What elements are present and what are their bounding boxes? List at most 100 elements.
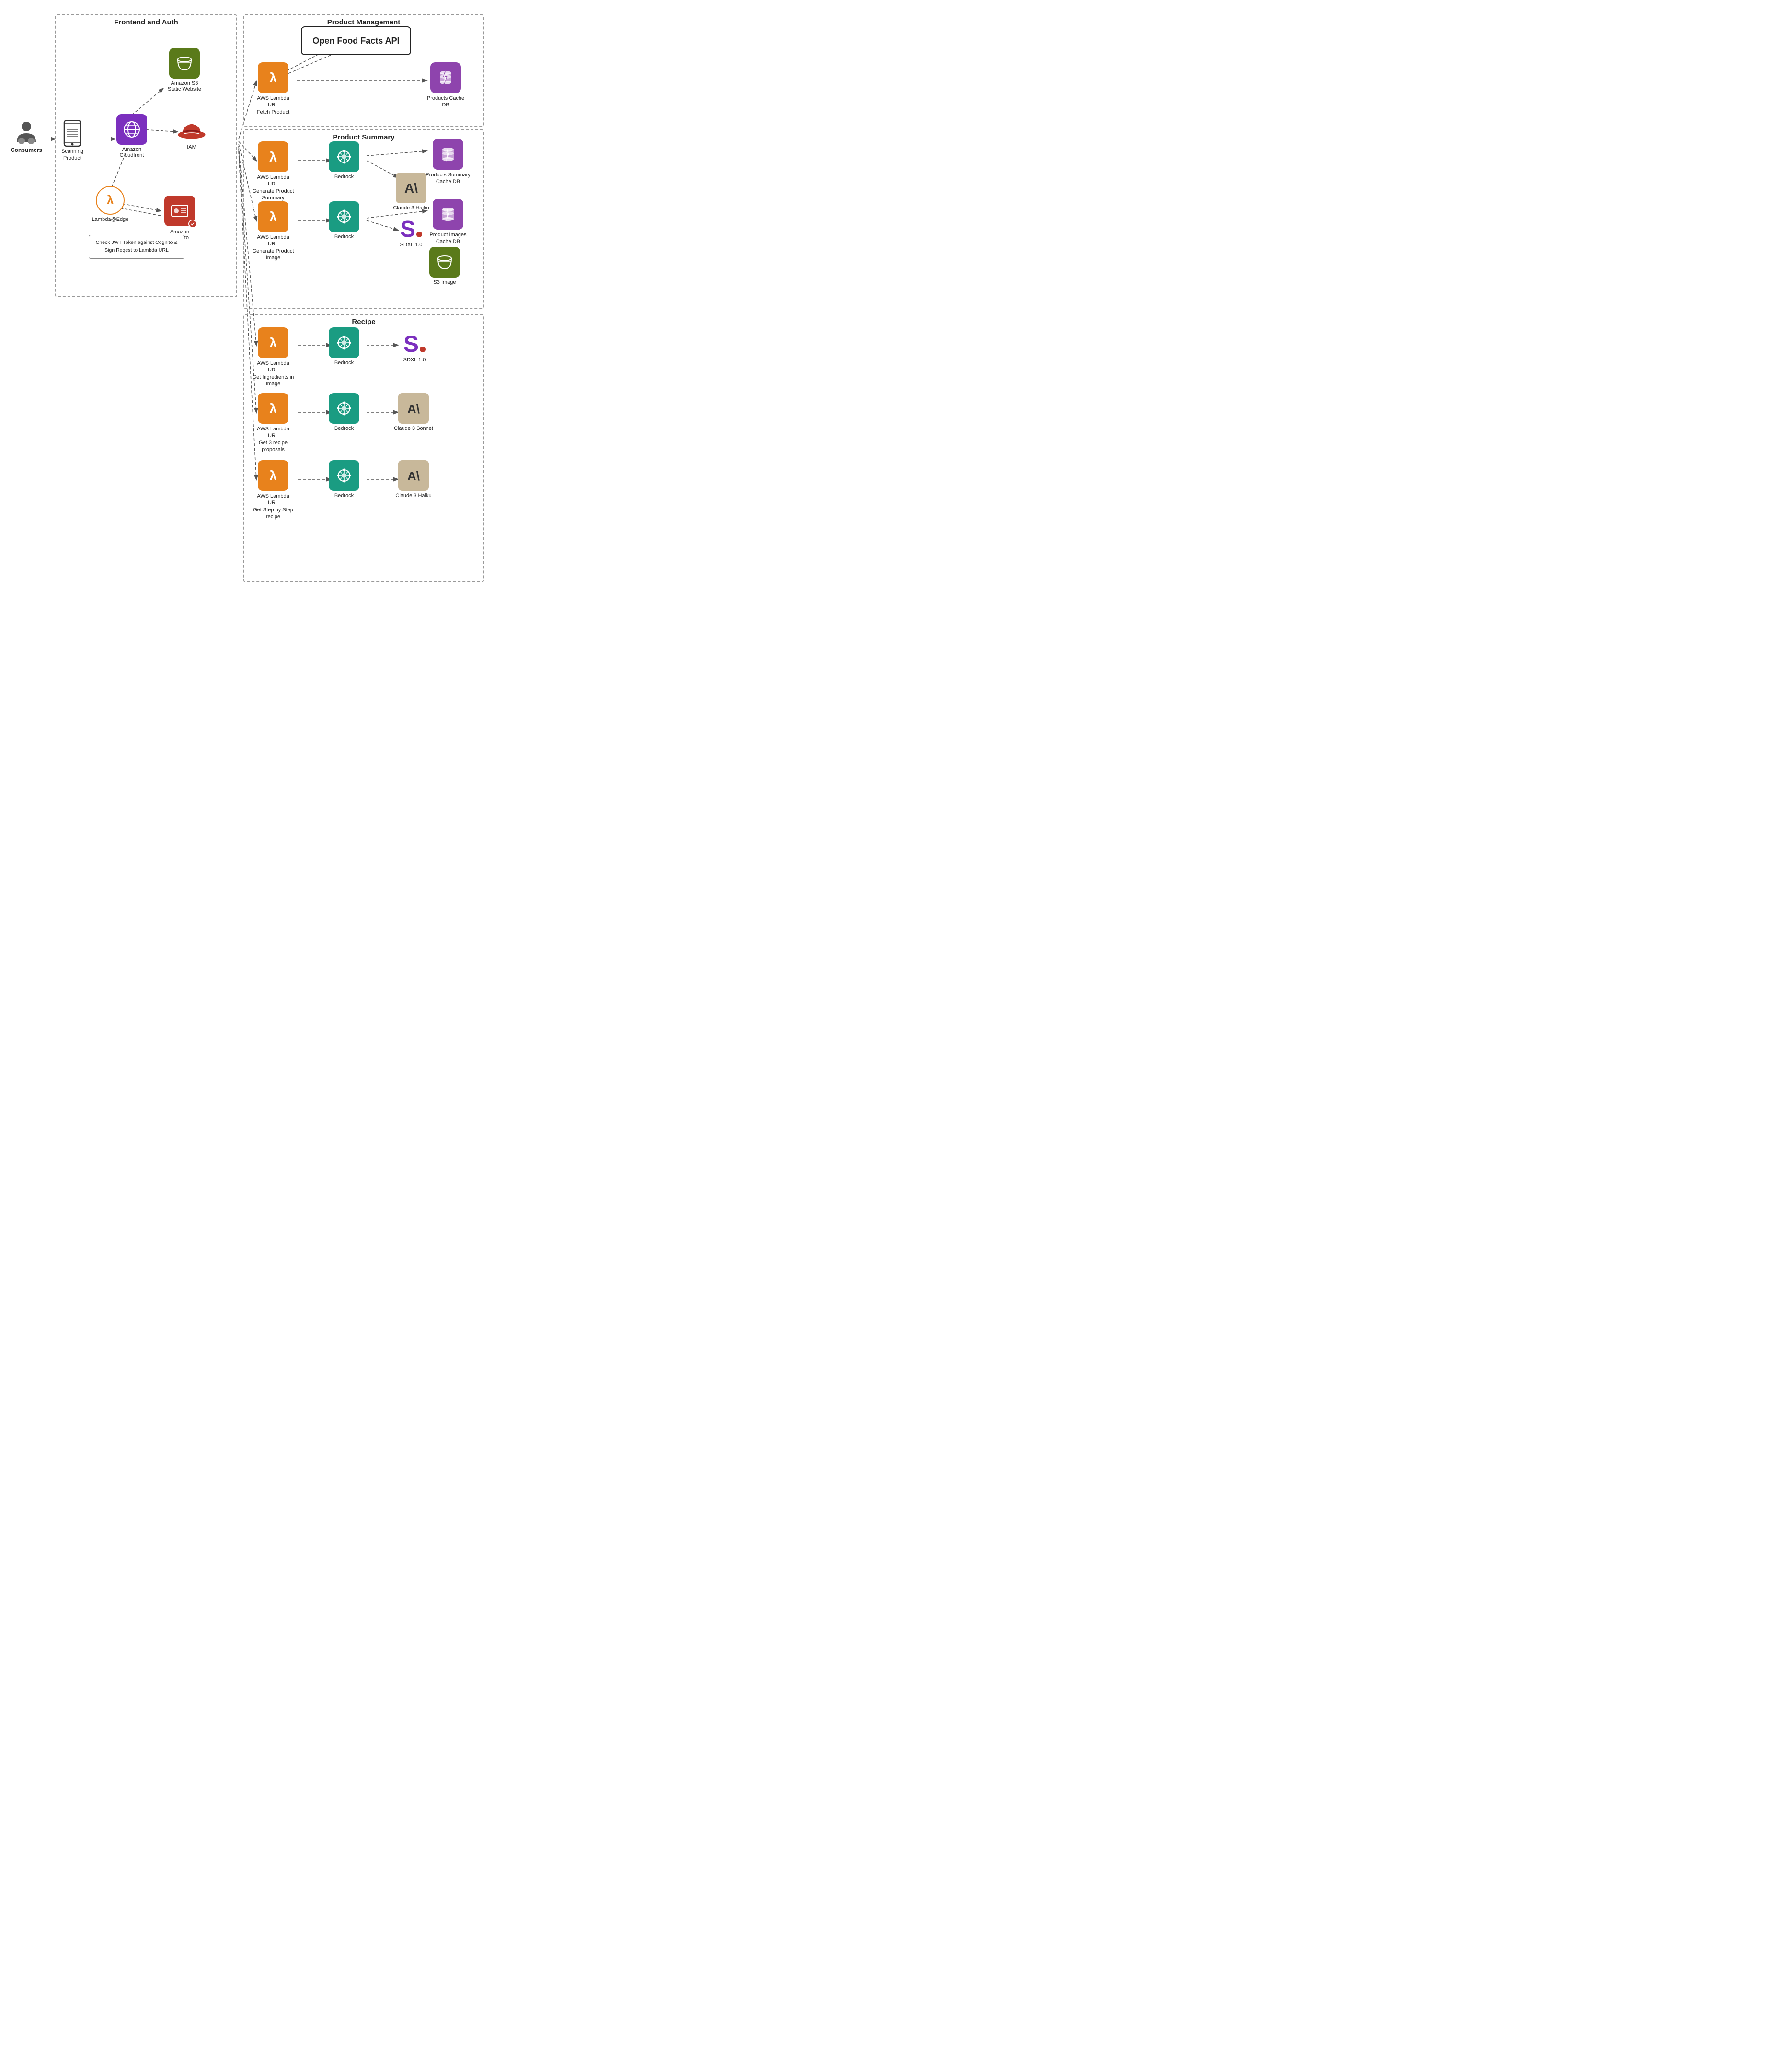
svg-text:λ: λ: [107, 193, 114, 207]
lambda-image-group: λ AWS Lambda URL Generate Product Image: [252, 201, 295, 261]
consumers-group: Consumers: [7, 120, 46, 153]
products-cache-label: Products Cache DB: [424, 95, 467, 109]
products-summary-cache-icon-box: [433, 139, 463, 170]
claude-sonnet-group: A\ Claude 3 Sonnet: [392, 393, 435, 431]
lambda-image-icon-box: λ: [258, 201, 288, 232]
recipe-section-title: Recipe: [244, 318, 483, 326]
lambda-edge-icon: λ: [102, 192, 119, 209]
scanning-product-label: Scanning Product: [56, 148, 89, 162]
sdxl-recipe-icon-box: S: [403, 333, 426, 356]
lambda-recipes-label: AWS Lambda URL Get 3 recipe proposals: [252, 426, 295, 453]
claude-haiku-2-label: Claude 3 Haiku: [395, 493, 431, 498]
svg-text:λ: λ: [269, 401, 277, 416]
cognito-group: Amazon Cognito: [161, 196, 199, 241]
s3-image-icon-box: [429, 247, 460, 278]
s3-image-group: S3 Image: [426, 247, 464, 285]
claude-sonnet-label: Claude 3 Sonnet: [394, 426, 433, 431]
s3-static-group: Amazon S3 Static Website: [163, 48, 206, 92]
svg-text:λ: λ: [269, 336, 277, 350]
sdxl-recipe-group: S SDXL 1.0: [395, 333, 434, 363]
lambda-step-group: λ AWS Lambda URL Get Step by Step recipe: [252, 460, 295, 520]
bedrock-step-group: Bedrock: [325, 460, 363, 498]
s3-static-label: Amazon S3 Static Website: [168, 81, 201, 92]
bedrock-recipes-label: Bedrock: [334, 426, 354, 431]
lambda-edge-group: λ Lambda@Edge: [89, 186, 132, 222]
bedrock-image-label: Bedrock: [334, 234, 354, 240]
bedrock-ingredients-icon-box: [329, 327, 359, 358]
cloudfront-icon: [122, 120, 141, 139]
cloudfront-icon-box: [116, 114, 147, 145]
product-images-cache-group: Product Images Cache DB: [424, 199, 472, 245]
lambda-summary-label: AWS Lambda URL Generate Product Summary: [252, 174, 295, 201]
products-summary-cache-group: Products Summary Cache DB: [424, 139, 472, 185]
lambda-summary-group: λ AWS Lambda URL Generate Product Summar…: [252, 141, 295, 201]
scanning-product-icon: [62, 120, 82, 147]
lambda-summary-icon-box: λ: [258, 141, 288, 172]
lambda-ingredients-label: AWS Lambda URL Get Ingredients in Image: [252, 360, 295, 387]
lambda-edge-icon-box: λ: [96, 186, 125, 215]
claude-sonnet-icon: A\: [404, 399, 423, 418]
bedrock-summary-group: Bedrock: [325, 141, 363, 180]
products-cache-group: Products Cache DB: [424, 62, 467, 109]
sdxl-1-icon-box: S: [400, 218, 422, 241]
bedrock-image-group: Bedrock: [325, 201, 363, 240]
scanning-product-group: Scanning Product: [56, 120, 89, 162]
cloudfront-group: Amazon Cloudfront: [113, 114, 151, 158]
consumers-label: Consumers: [11, 147, 42, 153]
lambda-step-icon-box: λ: [258, 460, 288, 491]
sdxl-1-label: SDXL 1.0: [400, 242, 423, 248]
diagram-container: Frontend and Auth Product Management Pro…: [5, 10, 494, 594]
lambda-recipes-group: λ AWS Lambda URL Get 3 recipe proposals: [252, 393, 295, 453]
svg-text:λ: λ: [269, 209, 277, 224]
lambda-fetch-group: λ AWS Lambda URL Fetch Product: [252, 62, 295, 116]
claude-haiku-1-icon: A\: [402, 178, 421, 197]
products-cache-icon: [436, 68, 455, 87]
lambda-recipes-icon: λ: [265, 400, 282, 417]
lambda-summary-icon: λ: [265, 148, 282, 165]
products-summary-cache-icon: [438, 145, 458, 164]
cognito-icon-box: [164, 196, 195, 226]
product-images-cache-icon: [438, 205, 458, 224]
lambda-ingredients-group: λ AWS Lambda URL Get Ingredients in Imag…: [252, 327, 295, 387]
bedrock-step-icon-box: [329, 460, 359, 491]
iam-icon: [176, 117, 207, 143]
sdxl-recipe-label: SDXL 1.0: [403, 357, 426, 363]
bedrock-recipes-icon: [334, 399, 354, 418]
products-cache-icon-box: [430, 62, 461, 93]
bedrock-recipes-icon-box: [329, 393, 359, 424]
cognito-icon: [170, 201, 189, 220]
product-images-cache-icon-box: [433, 199, 463, 230]
bedrock-image-icon: [334, 207, 354, 226]
svg-text:A\: A\: [404, 181, 418, 196]
svg-text:λ: λ: [269, 150, 277, 164]
lambda-ingredients-icon-box: λ: [258, 327, 288, 358]
s3-static-icon: [175, 54, 194, 73]
bedrock-summary-icon: [334, 147, 354, 166]
claude-haiku-2-group: A\ Claude 3 Haiku: [392, 460, 435, 498]
lambda-step-icon: λ: [265, 467, 282, 484]
bedrock-summary-icon-box: [329, 141, 359, 172]
claude-haiku-2-icon: A\: [404, 466, 423, 485]
frontend-section-title: Frontend and Auth: [56, 18, 236, 26]
iam-group: IAM: [175, 117, 208, 150]
bedrock-step-icon: [334, 466, 354, 485]
claude-sonnet-icon-box: A\: [398, 393, 429, 424]
bedrock-ingredients-icon: [334, 333, 354, 352]
svg-text:A\: A\: [407, 402, 420, 416]
open-food-api-box: Open Food Facts API: [301, 26, 411, 55]
lambda-fetch-icon: λ: [265, 69, 282, 86]
lambda-step-label: AWS Lambda URL Get Step by Step recipe: [252, 493, 295, 520]
jwt-note-text: Check JWT Token against Cognito & Sign R…: [96, 240, 178, 253]
lambda-image-label: AWS Lambda URL Generate Product Image: [252, 234, 295, 261]
bedrock-recipes-group: Bedrock: [325, 393, 363, 431]
lambda-image-icon: λ: [265, 208, 282, 225]
lambda-ingredients-icon: λ: [265, 334, 282, 351]
iam-label: IAM: [187, 144, 196, 150]
lambda-edge-label: Lambda@Edge: [92, 217, 129, 222]
lambda-fetch-label: AWS Lambda URL Fetch Product: [252, 95, 295, 116]
s3-static-icon-box: [169, 48, 200, 79]
bedrock-ingredients-group: Bedrock: [325, 327, 363, 366]
s3-image-label: S3 Image: [433, 279, 456, 285]
product-images-cache-label: Product Images Cache DB: [424, 232, 472, 245]
lambda-recipes-icon-box: λ: [258, 393, 288, 424]
